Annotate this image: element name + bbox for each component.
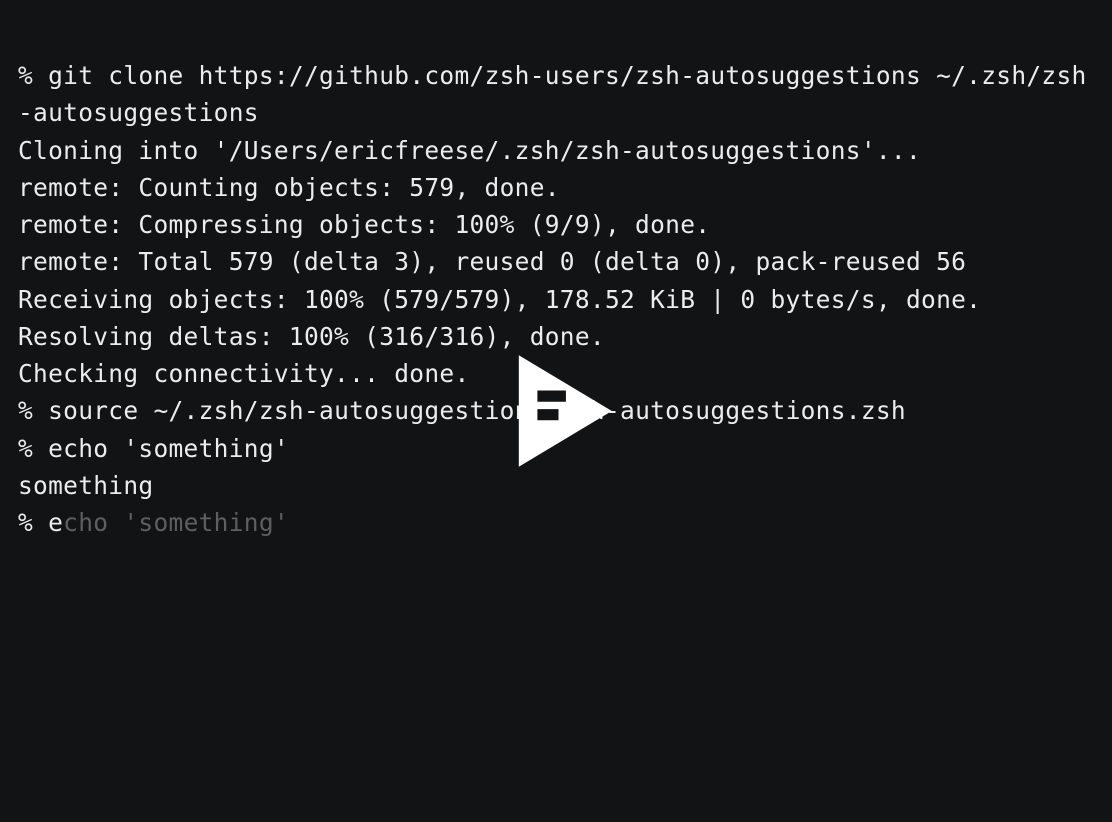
output-text: Checking connectivity... done. bbox=[18, 359, 470, 388]
prompt: % bbox=[18, 434, 48, 463]
terminal-output: % git clone https://github.com/zsh-users… bbox=[0, 0, 1112, 599]
prompt: % bbox=[18, 61, 48, 90]
output-text: Receiving objects: 100% (579/579), 178.5… bbox=[18, 285, 981, 314]
terminal-line: Cloning into '/Users/ericfreese/.zsh/zsh… bbox=[18, 132, 1094, 169]
output-text: remote: Compressing objects: 100% (9/9),… bbox=[18, 210, 710, 239]
output-text: Cloning into '/Users/ericfreese/.zsh/zsh… bbox=[18, 136, 921, 165]
output-text: Resolving deltas: 100% (316/316), done. bbox=[18, 322, 605, 351]
terminal-line: remote: Counting objects: 579, done. bbox=[18, 169, 1094, 206]
terminal-line: % git clone https://github.com/zsh-users… bbox=[18, 57, 1094, 131]
command-text: echo 'something' bbox=[48, 434, 289, 463]
terminal-line: remote: Compressing objects: 100% (9/9),… bbox=[18, 206, 1094, 243]
command-text: git clone https://github.com/zsh-users/z… bbox=[18, 61, 1087, 127]
command-text: source ~/.zsh/zsh-autosuggestions/zsh-au… bbox=[48, 396, 906, 425]
terminal-line: Receiving objects: 100% (579/579), 178.5… bbox=[18, 281, 1094, 318]
output-text: something bbox=[18, 471, 153, 500]
terminal-current-line[interactable]: % echo 'something' bbox=[18, 504, 1094, 541]
output-text: remote: Counting objects: 579, done. bbox=[18, 173, 560, 202]
prompt: % bbox=[18, 396, 48, 425]
typed-text: e bbox=[48, 508, 63, 537]
play-icon bbox=[494, 349, 618, 473]
play-button[interactable] bbox=[494, 349, 618, 473]
output-text: remote: Total 579 (delta 3), reused 0 (d… bbox=[18, 247, 966, 276]
autosuggestion-text: cho 'something' bbox=[63, 508, 289, 537]
terminal-line: remote: Total 579 (delta 3), reused 0 (d… bbox=[18, 243, 1094, 280]
prompt: % bbox=[18, 508, 48, 537]
